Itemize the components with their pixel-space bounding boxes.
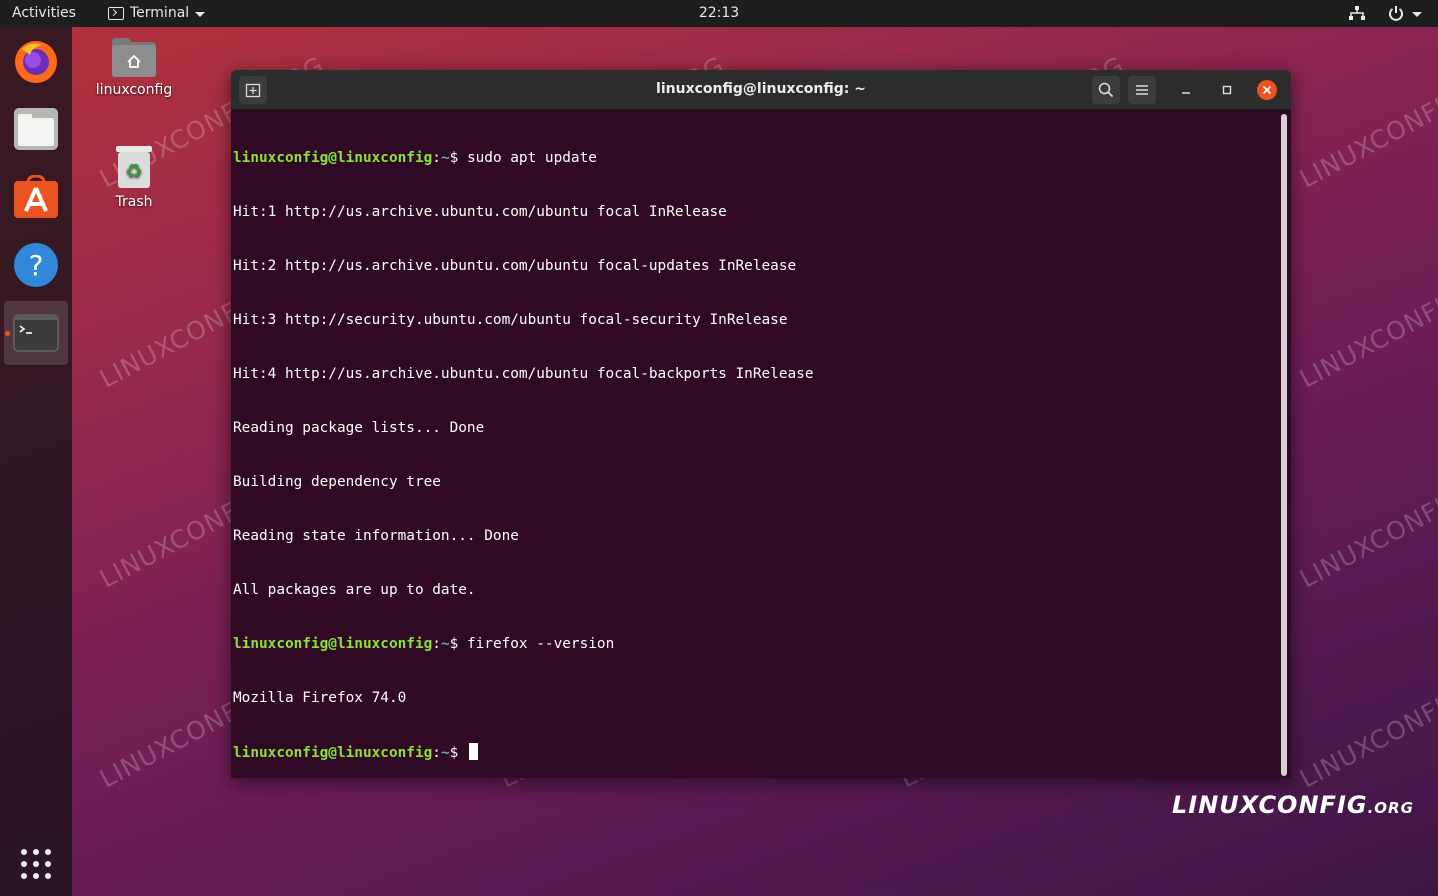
dock-item-firefox[interactable] [0,29,72,93]
prompt-separator: : [432,636,441,652]
system-menu[interactable] [1388,5,1422,21]
terminal-window: linuxconfig@linuxconfig: ~ linuxconfig@l… [231,70,1291,778]
close-icon [1262,85,1272,95]
command-text: sudo apt update [466,150,597,166]
output-line: Building dependency tree [233,474,441,490]
show-apps-icon [21,849,51,879]
prompt-symbol: $ [449,150,467,166]
search-icon [1098,82,1114,98]
logo-suffix-text: .ORG [1367,799,1414,817]
help-icon: ? [14,243,58,287]
watermark-text: LINUXCONFIG.ORG [1295,250,1438,394]
files-icon [14,108,58,150]
dock-item-terminal[interactable] [4,301,68,365]
output-line: Hit:2 http://us.archive.ubuntu.com/ubunt… [233,258,797,274]
prompt-path: ~ [440,150,450,166]
running-indicator [5,331,10,336]
prompt-symbol: $ [449,745,467,761]
menu-button[interactable] [1128,76,1156,104]
text-cursor [468,743,478,760]
terminal-line: linuxconfig@linuxconfig:~$ [233,743,1277,761]
chevron-down-icon [1412,11,1422,17]
show-apps-button[interactable] [0,832,72,896]
dock-item-help[interactable]: ? [0,233,72,297]
prompt-user: linuxconfig@linuxconfig [233,745,433,761]
output-line: Hit:1 http://us.archive.ubuntu.com/ubunt… [233,204,727,220]
output-line: Hit:4 http://us.archive.ubuntu.com/ubunt… [233,366,814,382]
desktop-home-folder[interactable]: linuxconfig [89,36,179,98]
watermark-text: LINUXCONFIG.ORG [1295,650,1438,794]
software-icon [14,175,58,218]
desktop-home-folder-label: linuxconfig [95,82,173,98]
prompt-symbol: $ [449,636,467,652]
maximize-button[interactable] [1217,80,1237,100]
output-line: Hit:3 http://security.ubuntu.com/ubuntu … [233,312,788,328]
dock: ? [0,27,72,896]
terminal-line: linuxconfig@linuxconfig:~$ firefox --ver… [233,635,1277,653]
linuxconfig-logo: LINUXCONFIG.ORG [1172,791,1414,819]
prompt-separator: : [432,745,441,761]
terminal-line: linuxconfig@linuxconfig:~$ sudo apt upda… [233,149,1277,167]
svg-text:♻: ♻ [125,159,143,183]
prompt-user: linuxconfig@linuxconfig [233,150,433,166]
svg-text:?: ? [29,249,44,282]
logo-main-text: LINUXCONFIG [1172,791,1368,819]
terminal-output[interactable]: linuxconfig@linuxconfig:~$ sudo apt upda… [233,113,1277,778]
search-button[interactable] [1092,76,1120,104]
home-folder-icon [112,38,156,77]
power-icon [1389,6,1403,21]
terminal-headerbar[interactable]: linuxconfig@linuxconfig: ~ [231,70,1291,110]
minimize-icon [1182,92,1190,94]
output-line: Mozilla Firefox 74.0 [233,690,407,706]
prompt-path: ~ [440,636,450,652]
prompt-separator: : [432,150,441,166]
network-icon[interactable] [1349,6,1365,20]
prompt-path: ~ [440,745,450,761]
firefox-icon [15,41,57,83]
trash-icon: ♻ [116,146,152,188]
watermark-text: LINUXCONFIG.ORG [1295,50,1438,194]
terminal-icon [13,314,59,352]
scrollbar[interactable] [1281,114,1287,776]
desktop-trash-label: Trash [115,194,153,210]
output-line: Reading state information... Done [233,528,519,544]
output-line: All packages are up to date. [233,582,476,598]
top-bar: Activities Terminal 22:13 [0,0,1438,27]
dock-item-software[interactable] [0,165,72,229]
dock-item-files[interactable] [0,97,72,161]
minimize-button[interactable] [1176,80,1196,100]
output-line: Reading package lists... Done [233,420,485,436]
desktop-trash[interactable]: ♻ Trash [89,144,179,210]
clock[interactable]: 22:13 [0,5,1438,21]
close-button[interactable] [1257,80,1277,100]
command-text: firefox --version [466,636,615,652]
hamburger-menu-icon [1136,85,1148,95]
maximize-icon [1222,85,1232,95]
prompt-user: linuxconfig@linuxconfig [233,636,433,652]
watermark-text: LINUXCONFIG.ORG [1295,450,1438,594]
